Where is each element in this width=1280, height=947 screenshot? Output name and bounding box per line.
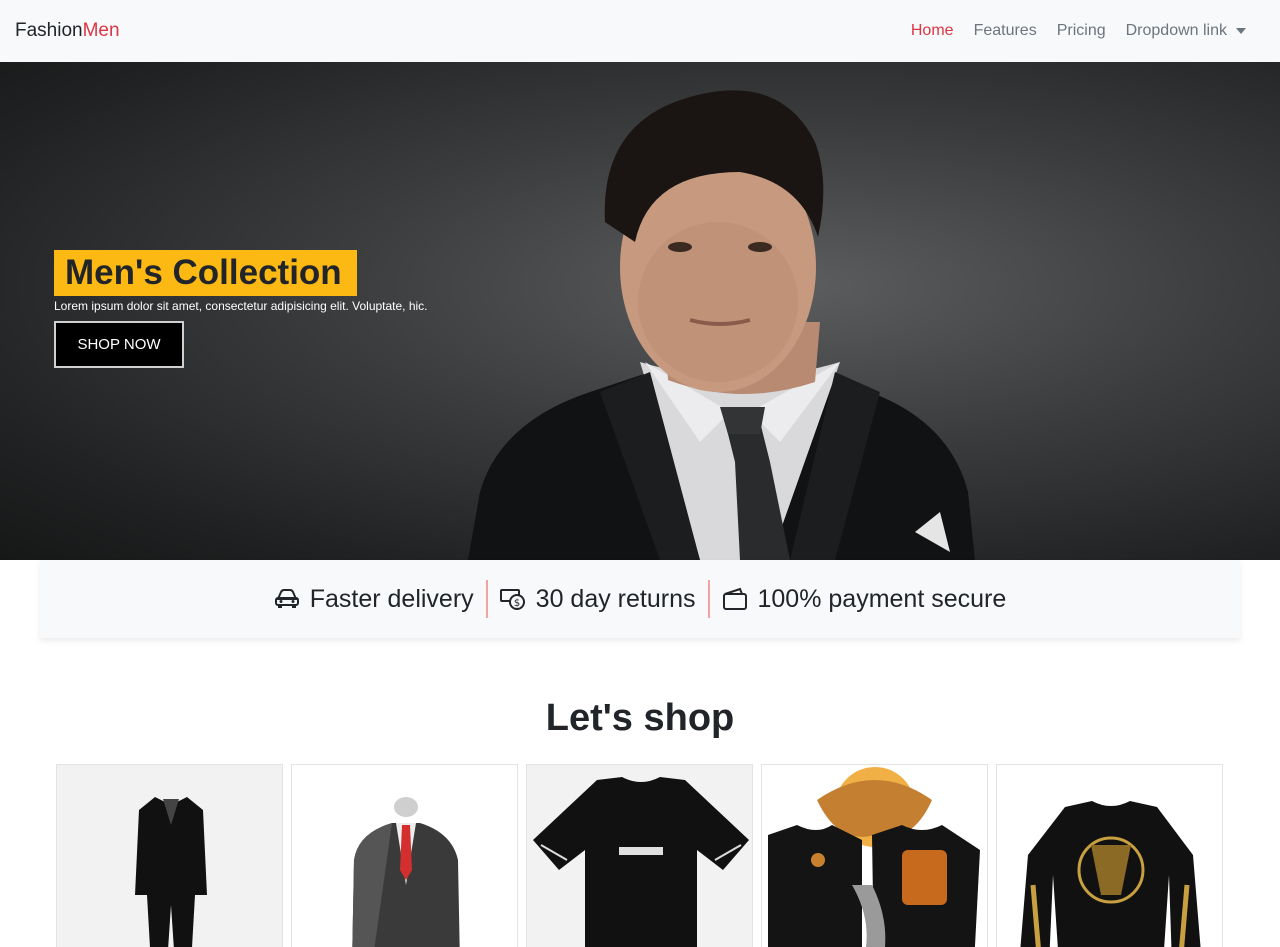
product-grid xyxy=(56,764,1226,947)
hero-banner: Men's Collection Lorem ipsum dolor sit a… xyxy=(0,62,1280,560)
car-icon xyxy=(274,589,299,608)
grey-suit-red-tie-image xyxy=(292,765,517,947)
dropdown-label: Dropdown link xyxy=(1125,22,1227,39)
navbar: FashionMen Home Features Pricing Dropdow… xyxy=(0,0,1280,62)
black-tshirt-image xyxy=(527,765,752,947)
hero-title: Men's Collection xyxy=(54,250,357,296)
product-card[interactable] xyxy=(996,764,1223,947)
hero-description: Lorem ipsum dolor sit amet, consectetur … xyxy=(54,299,428,313)
wallet-icon xyxy=(722,587,747,610)
shop-section-title: Let's shop xyxy=(545,697,735,739)
feature-returns: $ 30 day returns xyxy=(488,585,708,614)
svg-text:$: $ xyxy=(513,598,519,609)
hero-content: Men's Collection Lorem ipsum dolor sit a… xyxy=(54,250,428,368)
product-card[interactable] xyxy=(291,764,518,947)
nav-dropdown-link[interactable]: Dropdown link xyxy=(1126,22,1265,40)
product-card[interactable] xyxy=(56,764,283,947)
nav-home-link[interactable]: Home xyxy=(911,22,954,40)
feature-delivery: Faster delivery xyxy=(262,585,486,614)
money-icon: $ xyxy=(499,589,525,610)
nav-links: Home Features Pricing Dropdown link xyxy=(891,22,1265,40)
nav-pricing-link[interactable]: Pricing xyxy=(1057,22,1106,40)
black-suit-image xyxy=(57,765,282,947)
brand-accent: Men xyxy=(82,20,120,41)
feature-payment-label: 100% payment secure xyxy=(757,584,1007,613)
product-card[interactable] xyxy=(526,764,753,947)
feature-delivery-label: Faster delivery xyxy=(309,584,474,613)
brand-logo[interactable]: FashionMen xyxy=(15,20,120,42)
feature-returns-label: 30 day returns xyxy=(535,584,696,613)
feature-payment: 100% payment secure xyxy=(710,585,1019,614)
brand-main: Fashion xyxy=(15,20,83,41)
nav-features-link[interactable]: Features xyxy=(974,22,1037,40)
printed-tshirts-image xyxy=(762,765,987,947)
product-card[interactable] xyxy=(761,764,988,947)
features-bar: Faster delivery $ 30 day returns 100% pa… xyxy=(40,560,1240,638)
shop-now-button[interactable]: SHOP NOW xyxy=(54,321,184,368)
black-longsleeve-image xyxy=(997,765,1222,947)
caret-down-icon xyxy=(1236,28,1246,34)
